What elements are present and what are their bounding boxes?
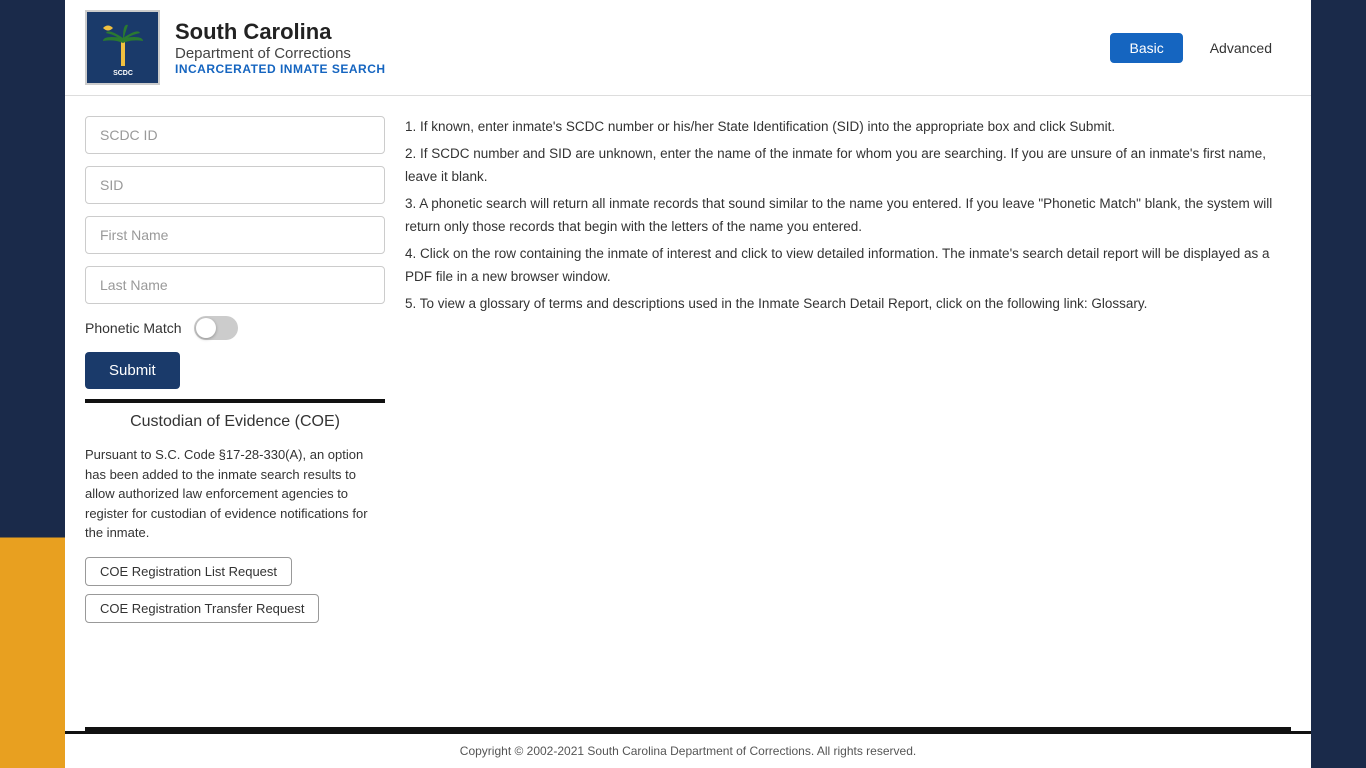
sid-input[interactable] — [85, 166, 385, 204]
tagline: INCARCERATED INMATE SEARCH — [175, 62, 1110, 76]
tab-basic[interactable]: Basic — [1110, 33, 1182, 63]
submit-button[interactable]: Submit — [85, 352, 180, 389]
left-sidebar — [0, 0, 65, 768]
instruction-3: 3. A phonetic search will return all inm… — [405, 193, 1291, 239]
instruction-5: 5. To view a glossary of terms and descr… — [405, 293, 1291, 316]
logo: SCDC — [85, 10, 160, 85]
copyright-text: Copyright © 2002-2021 South Carolina Dep… — [460, 744, 916, 758]
search-form: Phonetic Match Submit — [85, 116, 385, 389]
coe-transfer-request-button[interactable]: COE Registration Transfer Request — [85, 594, 319, 623]
header-tabs: Basic Advanced — [1110, 33, 1291, 63]
footer: Copyright © 2002-2021 South Carolina Dep… — [65, 731, 1311, 768]
instruction-1: 1. If known, enter inmate's SCDC number … — [405, 116, 1291, 139]
phonetic-label: Phonetic Match — [85, 320, 182, 336]
instruction-4: 4. Click on the row containing the inmat… — [405, 243, 1291, 289]
main-content: SCDC South Carolina Department of Correc… — [65, 0, 1311, 768]
toggle-track — [194, 316, 238, 340]
instructions-panel: 1. If known, enter inmate's SCDC number … — [405, 116, 1291, 707]
last-name-input[interactable] — [85, 266, 385, 304]
scdc-id-input[interactable] — [85, 116, 385, 154]
phonetic-toggle[interactable] — [194, 316, 238, 340]
svg-text:SCDC: SCDC — [113, 70, 133, 77]
first-name-input[interactable] — [85, 216, 385, 254]
toggle-thumb — [196, 318, 216, 338]
header: SCDC South Carolina Department of Correc… — [65, 0, 1311, 96]
org-name: South Carolina — [175, 19, 1110, 45]
coe-description: Pursuant to S.C. Code §17-28-330(A), an … — [85, 445, 385, 543]
tab-advanced[interactable]: Advanced — [1191, 33, 1291, 63]
coe-list-request-button[interactable]: COE Registration List Request — [85, 557, 292, 586]
coe-buttons: COE Registration List Request COE Regist… — [85, 557, 385, 623]
right-sidebar — [1311, 0, 1366, 768]
header-text: South Carolina Department of Corrections… — [175, 19, 1110, 76]
instruction-2: 2. If SCDC number and SID are unknown, e… — [405, 143, 1291, 189]
coe-title: Custodian of Evidence (COE) — [85, 413, 385, 435]
phonetic-row: Phonetic Match — [85, 316, 385, 340]
dept-name: Department of Corrections — [175, 45, 1110, 62]
content-area: Phonetic Match Submit Custodian of Evide… — [65, 96, 1311, 727]
coe-section: Custodian of Evidence (COE) Pursuant to … — [85, 399, 385, 623]
